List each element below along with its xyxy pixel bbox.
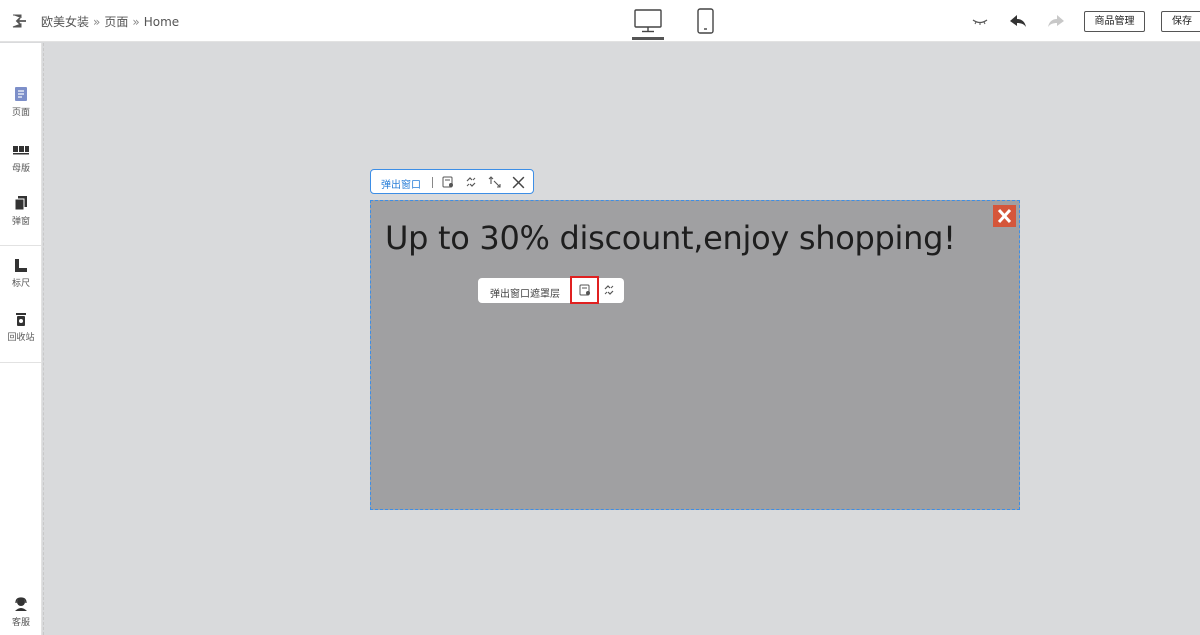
save-button[interactable]: 保存: [1161, 11, 1200, 32]
toolbar-divider: [432, 177, 433, 188]
sidebar-item-label: 页面: [11, 108, 30, 118]
sidebar-divider: [0, 362, 42, 363]
preview-eye-icon[interactable]: [970, 11, 990, 31]
close-icon[interactable]: [511, 175, 526, 190]
page-icon: [15, 87, 27, 101]
close-x-icon: [997, 208, 1012, 224]
sidebar-item-master[interactable]: 母版: [0, 142, 42, 174]
edit-settings-icon[interactable]: [441, 175, 455, 189]
sidebar-item-trash[interactable]: 回收站: [0, 311, 42, 343]
mobile-view-toggle[interactable]: [696, 8, 716, 38]
sidebar-item-support[interactable]: 客服: [0, 596, 42, 628]
sidebar-item-label: 母版: [11, 164, 30, 174]
popup-window[interactable]: Up to 30% discount,enjoy shopping!: [370, 200, 1020, 510]
breadcrumb-separator: »: [132, 15, 140, 29]
support-icon: [15, 597, 27, 611]
sidebar-item-popup[interactable]: 弹窗: [0, 195, 42, 227]
phone-icon: [697, 8, 714, 34]
exit-icon[interactable]: [10, 12, 28, 30]
popup-icon: [14, 196, 27, 211]
breadcrumb: 欧美女装» 页面» Home: [41, 13, 179, 30]
sidebar-item-page[interactable]: 页面: [0, 86, 42, 118]
sidebar-divider: [0, 245, 42, 246]
master-icon: [13, 146, 29, 155]
trash-icon: [16, 313, 26, 326]
sidebar-item-label: 回收站: [7, 333, 35, 343]
goods-management-button[interactable]: 商品管理: [1084, 11, 1145, 32]
breadcrumb-separator: »: [93, 15, 101, 29]
breadcrumb-current: Home: [143, 15, 180, 29]
active-view-indicator: [632, 37, 664, 40]
unlink-icon[interactable]: [602, 283, 616, 297]
sidebar-item-ruler[interactable]: 标尺: [0, 257, 42, 289]
mask-layer-toolbar: 弹出窗口遮罩层: [478, 276, 624, 304]
left-sidebar: 页面 母版 弹窗 标尺 回收站 客服: [0, 43, 42, 635]
undo-icon[interactable]: [1008, 11, 1028, 31]
unlink-icon[interactable]: [464, 175, 478, 189]
resize-icon[interactable]: [488, 175, 502, 189]
popup-headline[interactable]: Up to 30% discount,enjoy shopping!: [385, 219, 956, 257]
mask-toolbar-label[interactable]: 弹出窗口遮罩层: [490, 285, 560, 300]
sidebar-item-label: 弹窗: [11, 217, 30, 227]
breadcrumb-pages[interactable]: 页面: [104, 15, 128, 29]
redo-icon[interactable]: [1046, 11, 1066, 31]
breadcrumb-site[interactable]: 欧美女装: [41, 15, 89, 29]
popup-element-toolbar: 弹出窗口: [370, 169, 534, 194]
sidebar-item-label: 标尺: [11, 279, 30, 289]
top-bar: 欧美女装» 页面» Home 商品管理 保存: [0, 0, 1200, 42]
monitor-icon: [634, 9, 662, 33]
popup-toolbar-label[interactable]: 弹出窗口: [381, 176, 421, 191]
ruler-icon: [15, 259, 27, 272]
desktop-view-toggle[interactable]: [632, 8, 666, 40]
sidebar-item-label: 客服: [11, 618, 30, 628]
popup-close-button[interactable]: [993, 205, 1016, 227]
highlight-box: [570, 276, 599, 304]
